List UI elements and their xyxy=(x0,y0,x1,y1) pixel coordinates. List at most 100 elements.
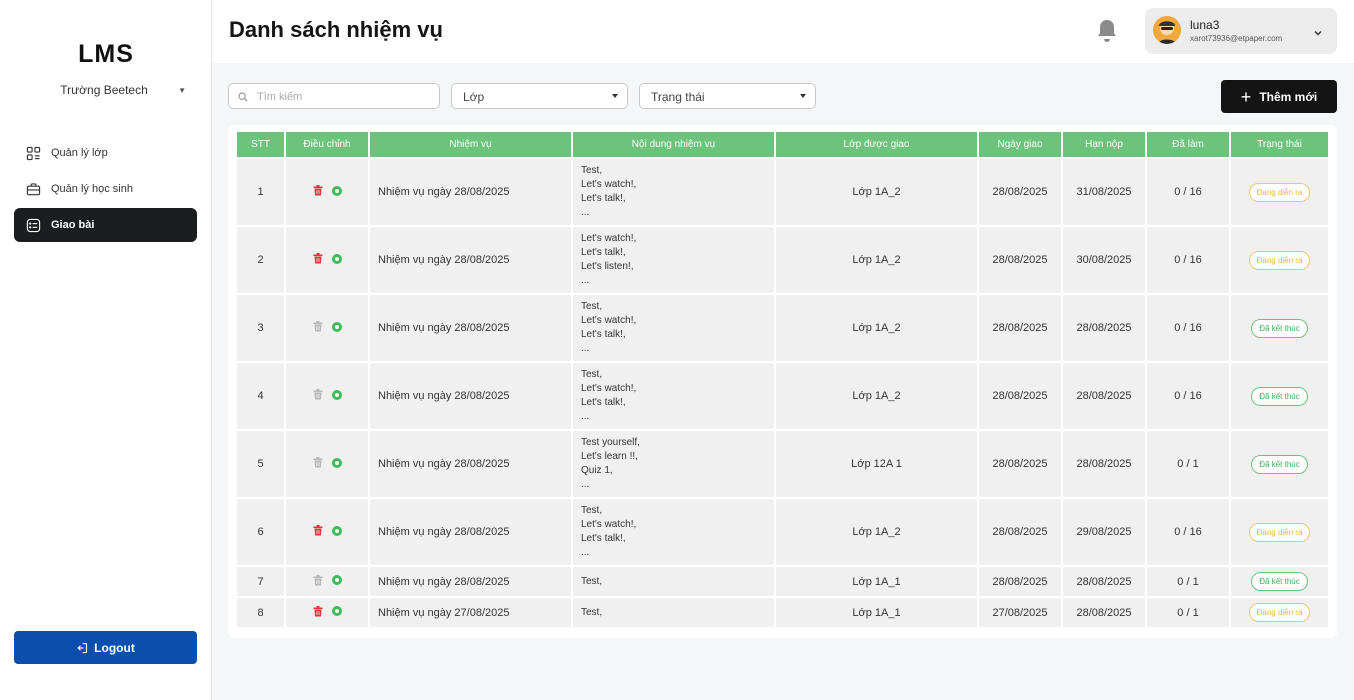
content-line: ... xyxy=(581,479,590,490)
trash-icon[interactable] xyxy=(313,525,323,536)
table-row: 3 Nhiệm vụ ngày 28/08/2025 Test, Let's watc… xyxy=(237,295,1328,361)
school-selector[interactable]: Trường Beetech ▼ xyxy=(18,83,190,97)
status-badge: Đang diễn ra xyxy=(1248,182,1311,202)
sidebar-item-assignments[interactable]: Giao bài xyxy=(14,208,197,242)
column-header-class: Lớp được giao xyxy=(776,132,977,157)
row-actions xyxy=(313,525,342,536)
page-title: Danh sách nhiệm vụ xyxy=(229,17,443,42)
trash-icon[interactable] xyxy=(313,605,323,617)
add-new-button[interactable]: + Thêm mới xyxy=(1221,80,1337,113)
cell-done: 0 / 1 xyxy=(1147,567,1229,596)
status-badge: Đang diễn ra xyxy=(1248,250,1311,270)
content-line: Let's talk!, xyxy=(581,247,626,258)
view-icon[interactable] xyxy=(331,321,342,332)
cell-class: Lớp 1A_2 xyxy=(776,295,977,361)
content-line: ... xyxy=(581,547,590,558)
content-line: Let's learn !!, xyxy=(581,451,638,462)
cell-stt: 1 xyxy=(237,159,284,225)
column-header-status: Trạng thái xyxy=(1231,132,1328,157)
cell-done: 0 / 16 xyxy=(1147,159,1229,225)
status-badge: Đã kết thúc xyxy=(1251,386,1308,406)
top-header: Danh sách nhiệm vụ luna3 xarot73936@etpa… xyxy=(212,0,1354,63)
trash-icon[interactable] xyxy=(313,321,323,332)
cell-content: Test, Let's watch!, Let's talk!,... xyxy=(573,159,774,225)
sidebar-item-class-management[interactable]: Quản lý lớp xyxy=(14,136,197,170)
chevron-down-icon xyxy=(1313,25,1323,36)
trash-icon[interactable] xyxy=(313,457,323,468)
cell-status: Đang diễn ra xyxy=(1231,227,1328,293)
table-row: 5 Nhiệm vụ ngày 28/08/2025 Test yourself, L… xyxy=(237,431,1328,497)
content-line: Let's watch!, xyxy=(581,179,637,190)
row-actions xyxy=(313,321,342,332)
table-row: 8 Nhiệm vụ ngày 27/08/2025 Test, Lớp 1A_1 27… xyxy=(237,598,1328,627)
cell-content: Let's watch!, Let's talk!, Let's listen!,.… xyxy=(573,227,774,293)
logout-icon xyxy=(77,642,88,653)
cell-deadline: 28/08/2025 xyxy=(1063,598,1145,627)
view-icon[interactable] xyxy=(331,253,342,264)
cell-stt: 5 xyxy=(237,431,284,497)
content-line: Let's watch!, xyxy=(581,315,637,326)
content-line: Let's talk!, xyxy=(581,533,626,544)
table-row: 7 Nhiệm vụ ngày 28/08/2025 Test, Lớp 1A_1 28… xyxy=(237,567,1328,596)
cell-task: Nhiệm vụ ngày 28/08/2025 xyxy=(370,363,571,429)
cell-task: Nhiệm vụ ngày 28/08/2025 xyxy=(370,159,571,225)
table-body: 1 Nhiệm vụ ngày 28/08/2025 Test, Let's watc… xyxy=(237,159,1328,627)
content-line: Let's talk!, xyxy=(581,329,626,340)
cell-status: Đã kết thúc xyxy=(1231,567,1328,596)
cell-content: Test, xyxy=(573,598,774,627)
logout-label: Logout xyxy=(94,640,135,655)
search-input[interactable] xyxy=(257,88,432,105)
column-header-actions: Điều chỉnh xyxy=(286,132,368,157)
trash-icon[interactable] xyxy=(313,574,323,586)
sidebar-item-student-management[interactable]: Quản lý học sinh xyxy=(14,172,197,206)
content-line: Let's talk!, xyxy=(581,397,626,408)
cell-deadline: 31/08/2025 xyxy=(1063,159,1145,225)
status-badge: Đang diễn ra xyxy=(1248,603,1311,622)
cell-deadline: 28/08/2025 xyxy=(1063,567,1145,596)
cell-status: Đã kết thúc xyxy=(1231,363,1328,429)
status-filter-select[interactable]: Trạng thái xyxy=(639,83,816,109)
user-menu[interactable]: luna3 xarot73936@etpaper.com xyxy=(1145,8,1337,54)
row-actions xyxy=(313,185,342,196)
cell-class: Lớp 1A_1 xyxy=(776,598,977,627)
row-actions xyxy=(313,605,342,617)
view-icon[interactable] xyxy=(331,389,342,400)
cell-task: Nhiệm vụ ngày 28/08/2025 xyxy=(370,295,571,361)
class-filter-select[interactable]: Lớp xyxy=(451,83,628,109)
content-line: Test, xyxy=(581,575,603,587)
school-name: Trường Beetech xyxy=(60,83,148,97)
caret-down-icon xyxy=(800,94,806,98)
trash-icon[interactable] xyxy=(313,253,323,264)
trash-icon[interactable] xyxy=(313,185,323,196)
content-line: Let's watch!, xyxy=(581,383,637,394)
content-line: Test, xyxy=(581,301,603,312)
status-badge: Đã kết thúc xyxy=(1251,454,1308,474)
trash-icon[interactable] xyxy=(313,389,323,400)
cell-task: Nhiệm vụ ngày 28/08/2025 xyxy=(370,499,571,565)
row-actions xyxy=(313,574,342,586)
cell-content: Test, Let's watch!, Let's talk!,... xyxy=(573,499,774,565)
view-icon[interactable] xyxy=(331,525,342,536)
sidebar-item-label: Giao bài xyxy=(51,219,95,231)
content-line: ... xyxy=(581,275,590,286)
sidebar: LMS Trường Beetech ▼ Quản lý lớp Quản lý… xyxy=(0,0,212,700)
content-line: ... xyxy=(581,207,590,218)
status-filter-value: Trạng thái xyxy=(651,90,705,104)
sidebar-nav: Quản lý lớp Quản lý học sinh Giao bài xyxy=(14,136,197,244)
sidebar-item-label: Quản lý học sinh xyxy=(51,183,133,195)
notification-bell-icon[interactable] xyxy=(1096,18,1118,44)
cell-class: Lớp 12A 1 xyxy=(776,431,977,497)
cell-deadline: 28/08/2025 xyxy=(1063,295,1145,361)
column-header-content: Nội dung nhiệm vụ xyxy=(573,132,774,157)
search-field[interactable] xyxy=(228,83,440,109)
view-icon[interactable] xyxy=(331,606,342,616)
view-icon[interactable] xyxy=(331,185,342,196)
add-new-label: Thêm mới xyxy=(1259,89,1318,104)
cell-task: Nhiệm vụ ngày 27/08/2025 xyxy=(370,598,571,627)
view-icon[interactable] xyxy=(331,457,342,468)
sidebar-item-label: Quản lý lớp xyxy=(51,147,108,159)
avatar xyxy=(1153,16,1181,44)
view-icon[interactable] xyxy=(331,575,342,585)
logout-button[interactable]: Logout xyxy=(14,631,197,664)
table-row: 2 Nhiệm vụ ngày 28/08/2025 Let's watch!, Le… xyxy=(237,227,1328,293)
